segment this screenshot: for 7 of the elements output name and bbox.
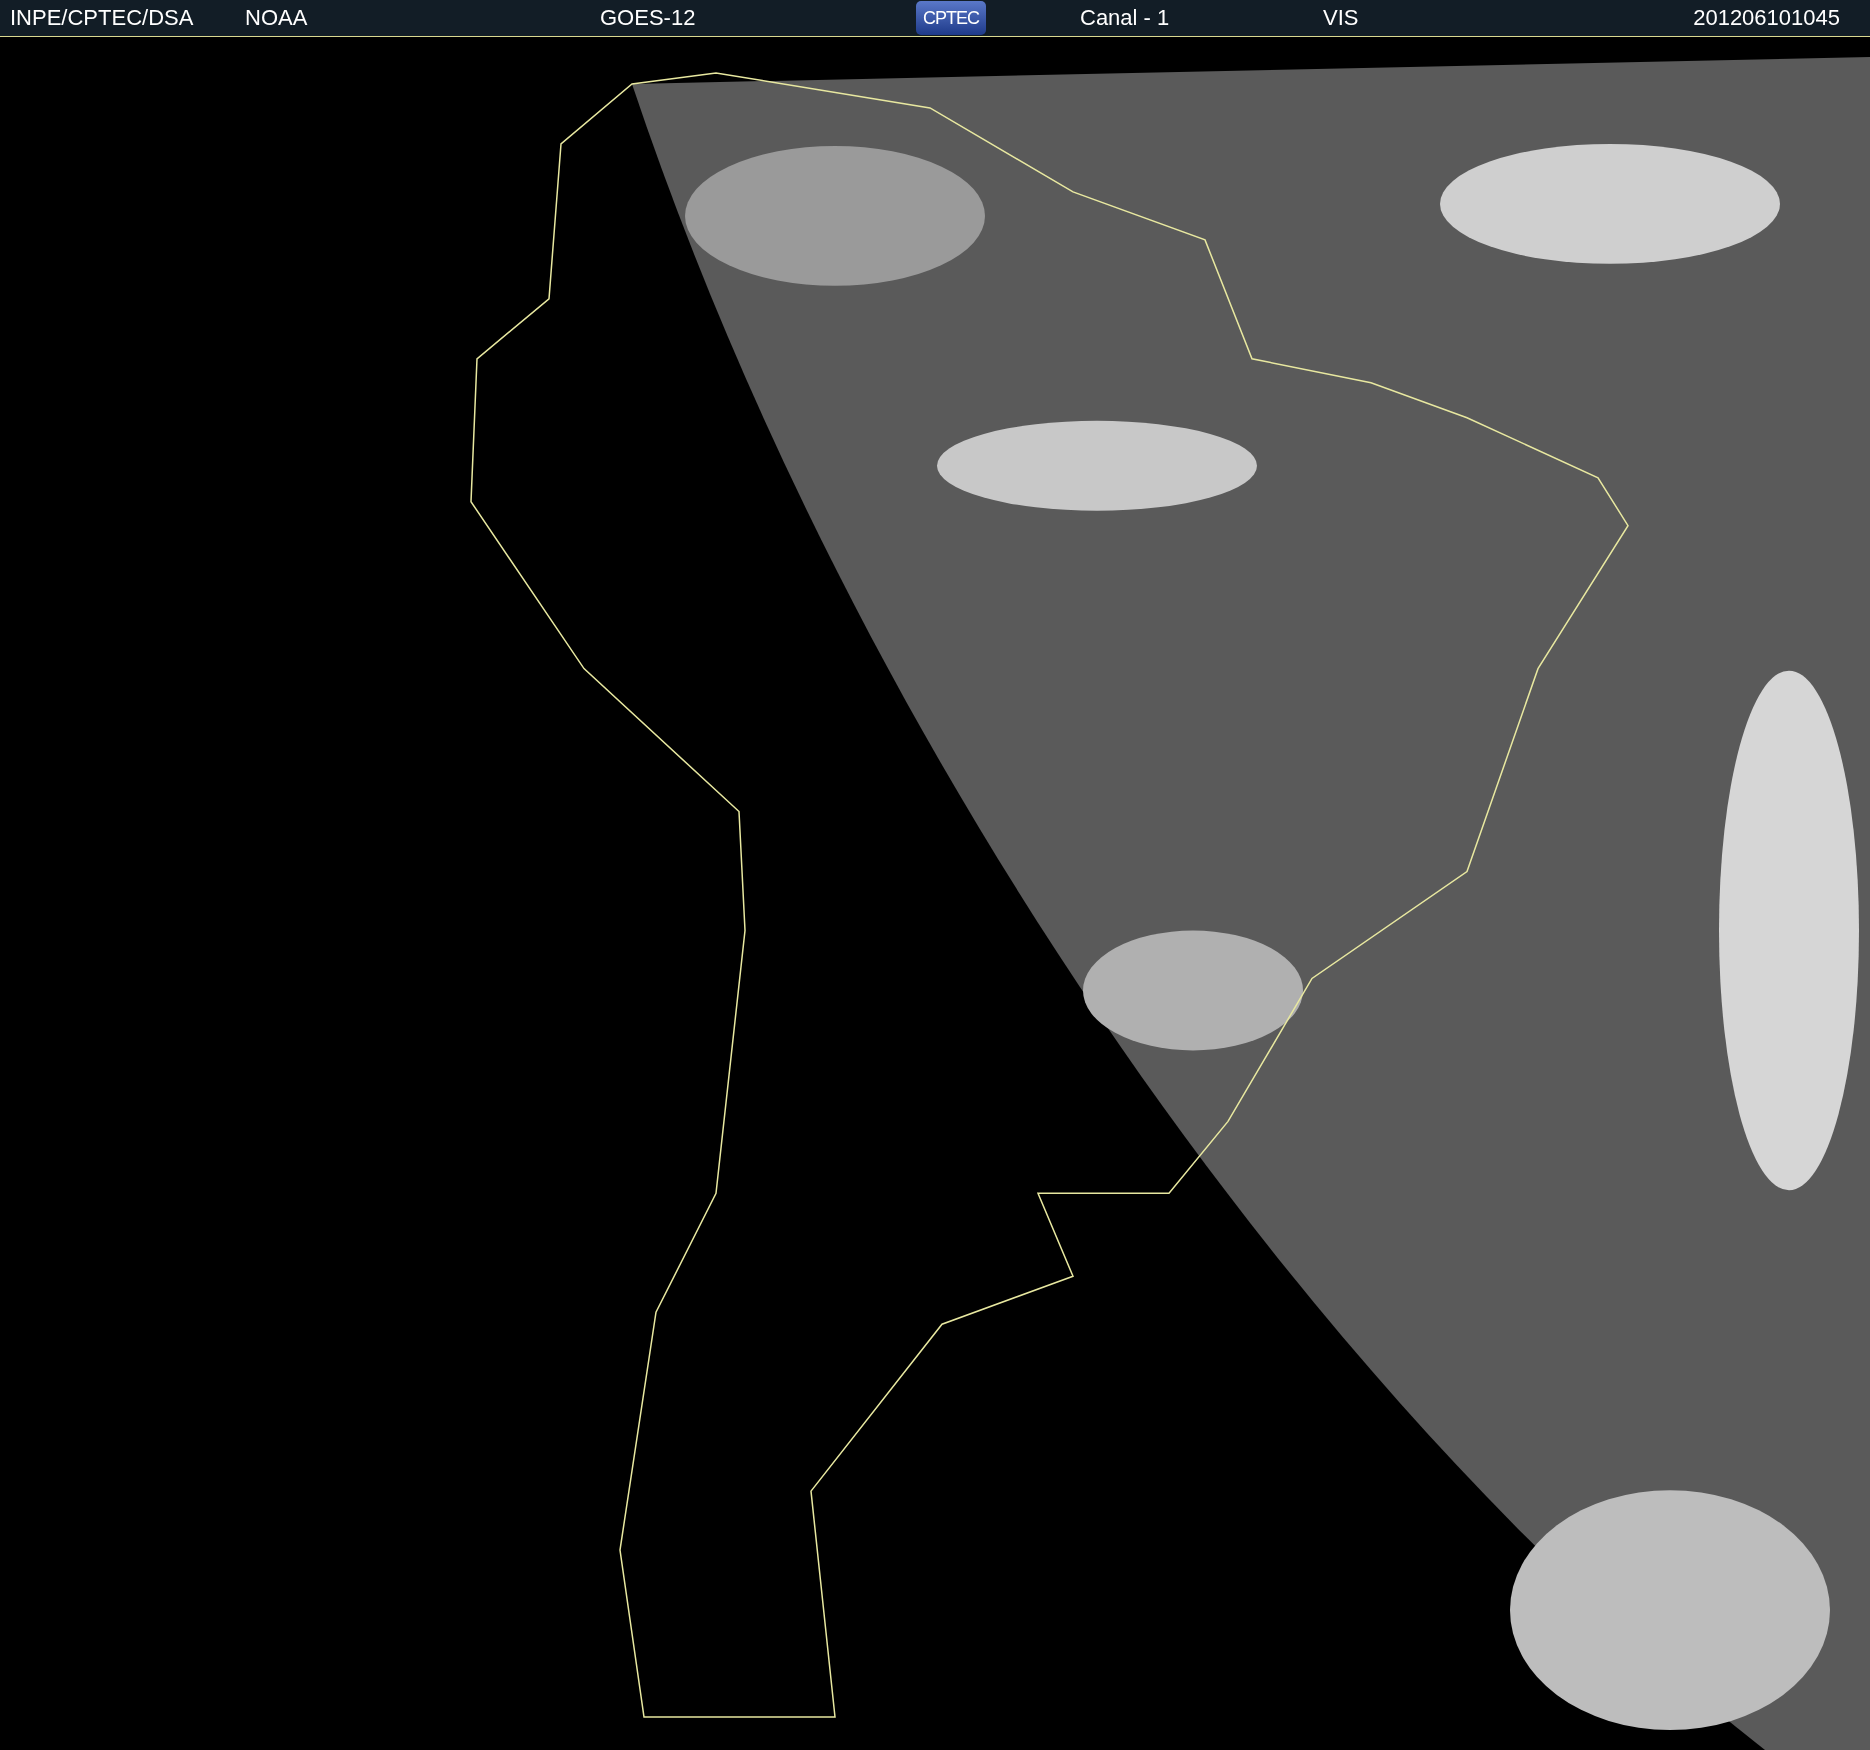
header-label: INPE/CPTEC/DSA — [10, 5, 194, 31]
header-label: VIS — [1323, 5, 1359, 31]
header-label: 201206101045 — [1693, 5, 1840, 31]
header-label: NOAA — [245, 5, 308, 31]
logo: CPTEC — [916, 1, 986, 35]
header-label: Canal - 1 — [1080, 5, 1170, 31]
header-label: GOES-12 — [600, 5, 696, 31]
